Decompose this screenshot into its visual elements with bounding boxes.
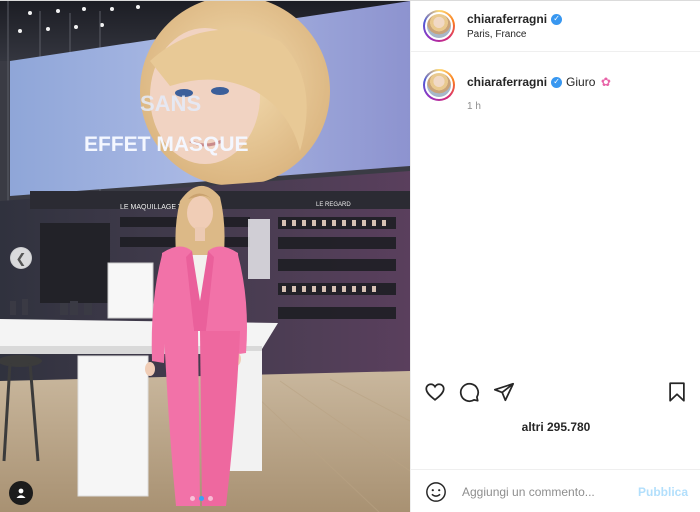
emoji-button[interactable] (424, 480, 448, 504)
comment-icon (459, 382, 480, 403)
caption-line: chiaraferragni ✓ Giuro ✿ (467, 75, 612, 89)
caption-timestamp[interactable]: 1 h (467, 101, 612, 112)
share-button[interactable] (493, 381, 515, 403)
like-button[interactable] (424, 381, 446, 403)
caption-comment: chiaraferragni ✓ Giuro ✿ 1 h (411, 52, 700, 112)
emoji-icon (426, 481, 446, 502)
chevron-left-icon: ❮ (15, 250, 27, 266)
action-bar (411, 377, 700, 407)
shelf-sign-right: LE REGARD (316, 202, 351, 208)
avatar-image (425, 71, 453, 99)
post-media[interactable]: SANS EFFET MASQUE LE MAQUILLAGE TEINT LE… (0, 1, 410, 512)
avatar[interactable] (423, 10, 455, 42)
verified-badge-icon: ✓ (551, 13, 563, 25)
location-link[interactable]: Paris, France (467, 29, 562, 40)
carousel-dot (190, 496, 195, 501)
carousel-dot-active (199, 496, 204, 501)
instagram-post: SANS EFFET MASQUE LE MAQUILLAGE TEINT LE… (0, 0, 700, 512)
publish-button[interactable]: Pubblica (638, 485, 688, 499)
likes-count[interactable]: altri 295.780 (411, 420, 700, 434)
carousel-dot (208, 496, 213, 501)
tagged-users-button[interactable] (9, 481, 33, 505)
post-header: chiaraferragni ✓ Paris, France (411, 1, 700, 52)
avatar-image (425, 12, 453, 40)
billboard-line2: EFFET MASQUE (84, 133, 249, 156)
save-button[interactable] (666, 381, 688, 403)
caption-body: chiaraferragni ✓ Giuro ✿ 1 h (467, 69, 612, 112)
verified-badge-icon: ✓ (551, 76, 563, 88)
carousel-prev-button[interactable]: ❮ (10, 247, 32, 269)
carousel-indicator (190, 496, 213, 501)
post-sidebar: chiaraferragni ✓ Paris, France chiarafer… (410, 1, 700, 512)
add-comment-bar: Pubblica (411, 469, 700, 512)
caption-avatar[interactable] (423, 69, 455, 101)
username-link[interactable]: chiaraferragni (467, 12, 547, 26)
username-row: chiaraferragni ✓ (467, 12, 563, 26)
comment-button[interactable] (458, 381, 480, 403)
share-icon (493, 382, 515, 402)
caption-text: Giuro (566, 75, 596, 89)
comment-input[interactable] (460, 483, 624, 500)
bookmark-icon (669, 382, 685, 402)
user-tag-icon (16, 488, 26, 498)
user-block: chiaraferragni ✓ Paris, France (467, 12, 563, 40)
flower-emoji-icon: ✿ (600, 75, 611, 89)
caption-username[interactable]: chiaraferragni (467, 75, 547, 89)
billboard-line1: SANS (140, 91, 201, 116)
post-photo: SANS EFFET MASQUE LE MAQUILLAGE TEINT LE… (0, 1, 410, 512)
heart-icon (425, 383, 445, 401)
